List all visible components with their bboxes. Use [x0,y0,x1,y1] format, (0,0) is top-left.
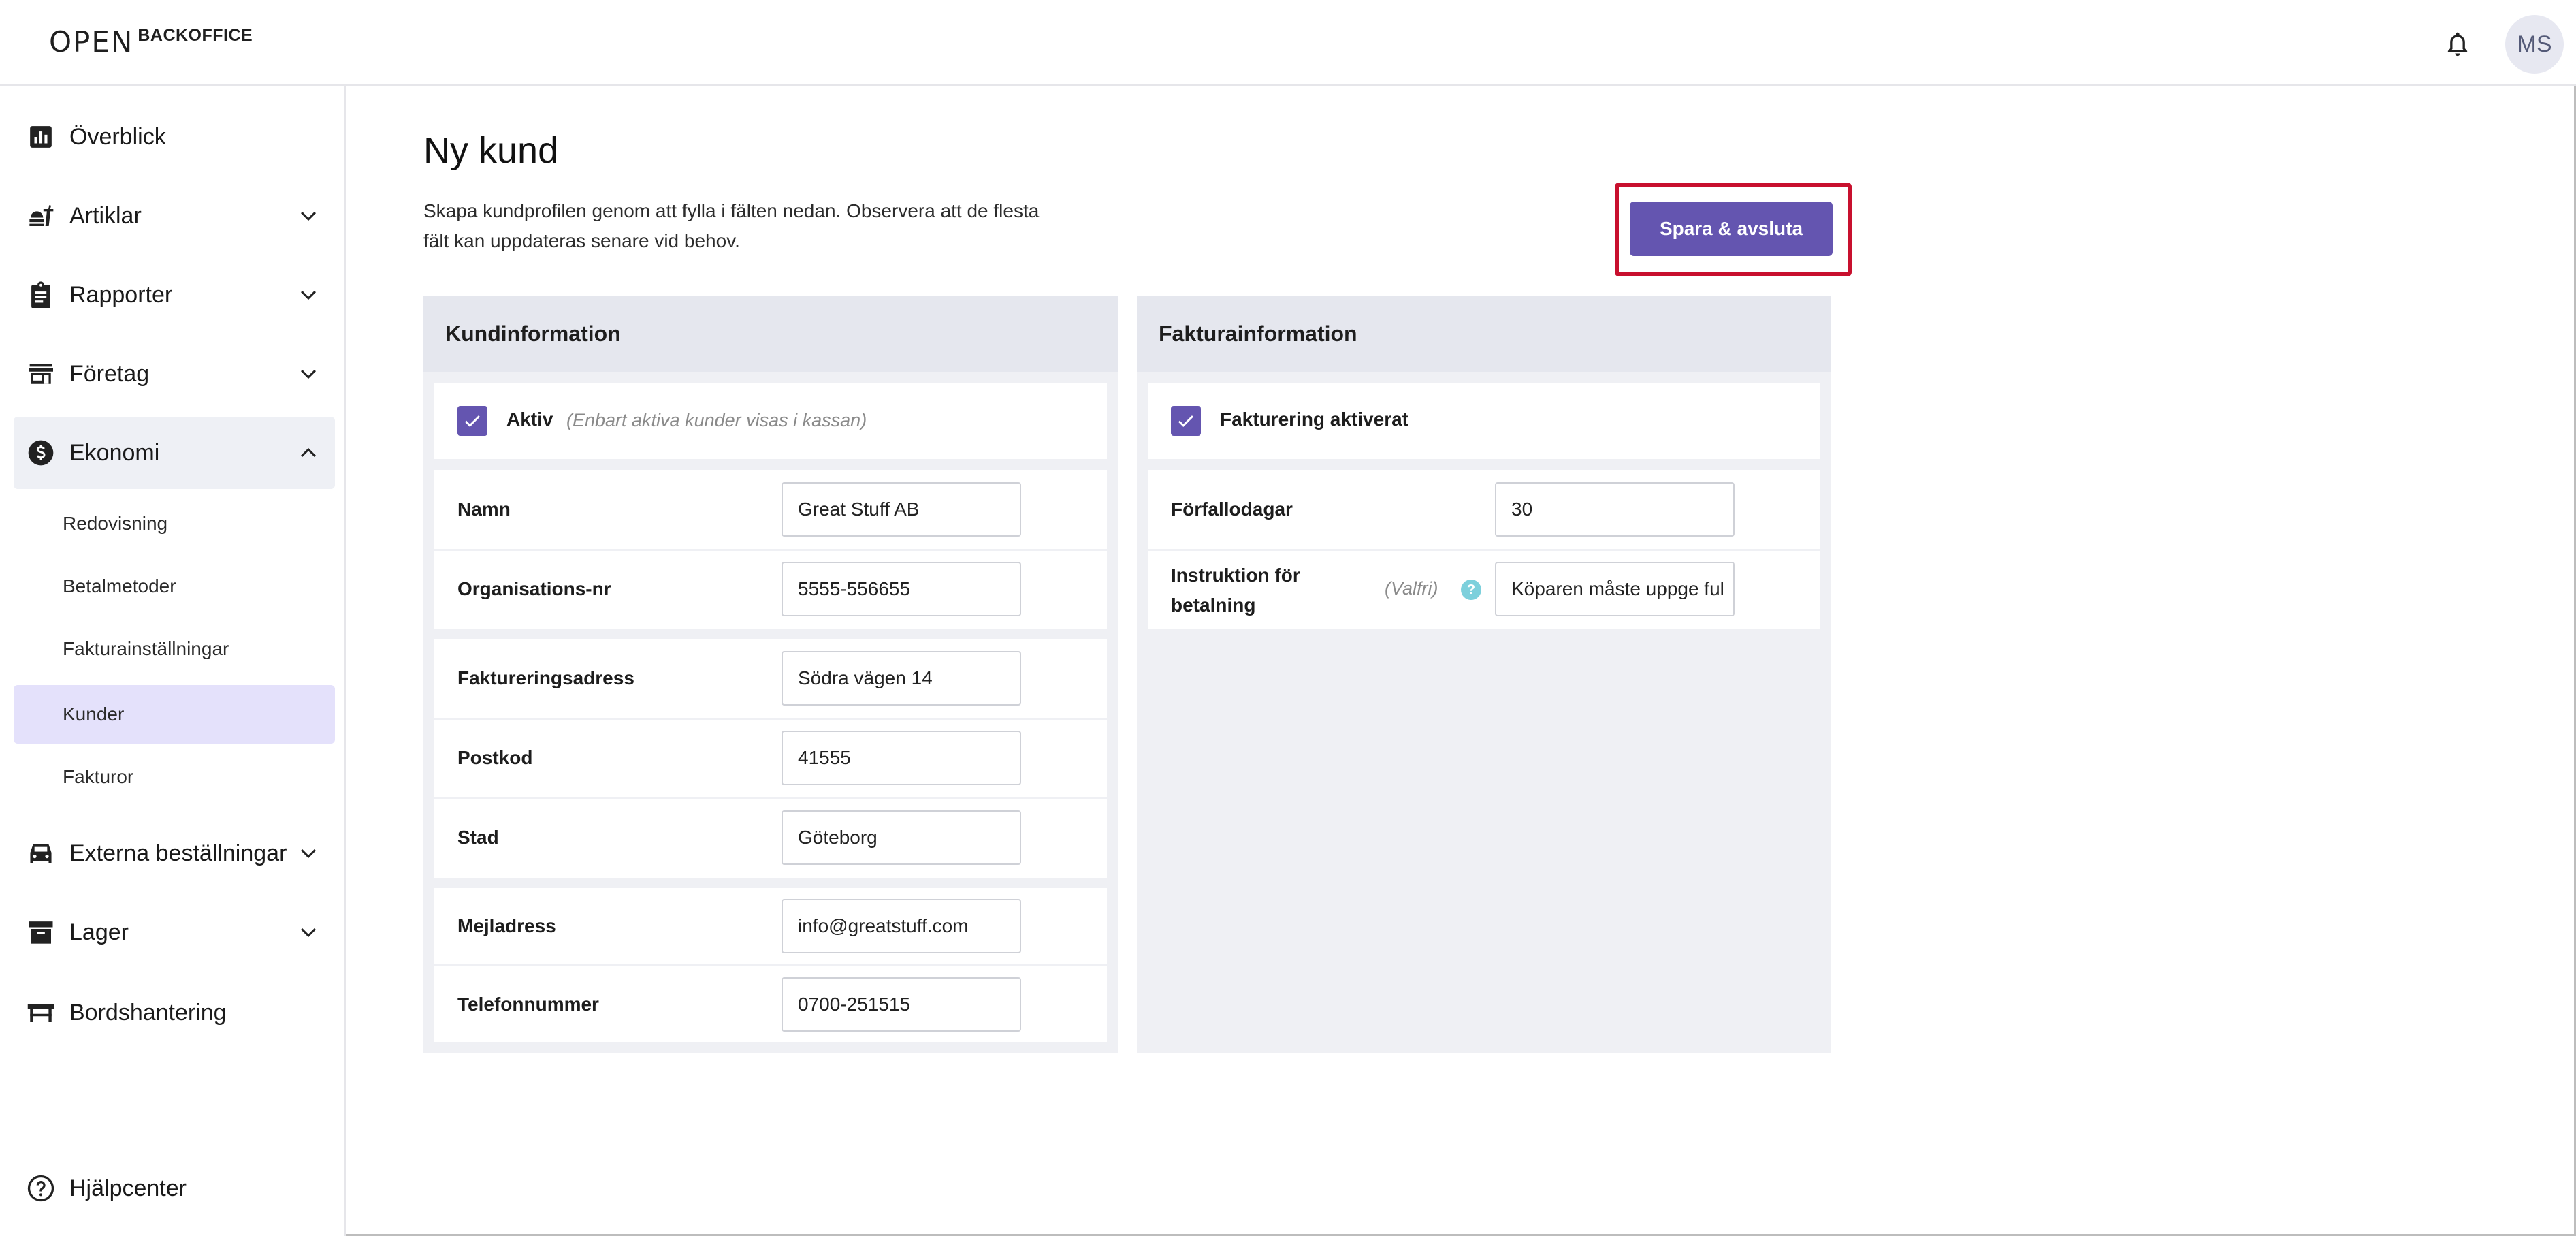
customer-info-title: Kundinformation [423,296,1118,372]
form-row: Stad Göteborg [434,799,1107,878]
sidebar-item-overblick[interactable]: Överblick [14,101,335,173]
sidebar-item-artiklar[interactable]: Artiklar [14,180,335,252]
form-row: Förfallodagar 30 [1148,470,1820,549]
main-content: Ny kund Skapa kundprofilen genom att fyl… [346,86,2576,1236]
sidebar-item-ekonomi[interactable]: Ekonomi [14,417,335,489]
invoice-info-title: Fakturainformation [1137,296,1831,372]
chevron-down-icon [300,849,317,859]
due-days-input[interactable]: 30 [1495,482,1735,537]
archive-icon [26,917,56,947]
clipboard-icon [26,280,56,310]
customer-info-panel: Kundinformation Aktiv (Enbart aktiva kun… [423,296,1118,1053]
notification-bell-icon[interactable] [2438,26,2477,64]
sidebar-item-externa-bestallningar[interactable]: Externa beställningar [14,817,335,889]
chart-icon [26,122,56,152]
field-label: Telefonnummer [457,994,599,1015]
phone-input[interactable]: 0700-251515 [782,977,1021,1032]
field-label: Postkod [457,747,533,768]
field-label: Namn [457,498,511,520]
help-icon [26,1173,56,1203]
name-input[interactable]: Great Stuff AB [782,482,1021,537]
active-hint: (Enbart aktiva kunder visas i kassan) [566,410,867,430]
org-number-input[interactable]: 5555-556655 [782,562,1021,616]
sidebar-item-label: Hjälpcenter [69,1175,187,1201]
sidebar-item-label: Företag [69,360,150,387]
page-description: Skapa kundprofilen genom att fylla i fäl… [423,200,1040,251]
sidebar-item-label: Lager [69,919,129,945]
sidebar-item-lager[interactable]: Lager [14,896,335,968]
sidebar: Överblick Artiklar Rapporter Företag Eko… [0,86,346,1236]
field-label: Förfallodagar [1171,498,1293,520]
table-icon [26,998,56,1028]
chevron-down-icon [300,211,317,221]
active-checkbox[interactable] [457,406,487,436]
sidebar-item-foretag[interactable]: Företag [14,338,335,410]
field-label: Mejladress [457,915,556,936]
contact-card: Mejladress info@greatstuff.com Telefonnu… [434,888,1107,1042]
postcode-input[interactable]: 41555 [782,731,1021,785]
sidebar-item-hjalpcenter[interactable]: Hjälpcenter [14,1152,335,1224]
optional-hint: (Valfri) [1385,578,1438,599]
chevron-down-icon [300,928,317,938]
active-card: Aktiv (Enbart aktiva kunder visas i kass… [434,383,1107,459]
field-label: Instruktion för betalning [1171,565,1300,616]
city-input[interactable]: Göteborg [782,810,1021,865]
car-icon [26,838,56,868]
sidebar-item-label: Rapporter [69,281,173,308]
chevron-down-icon [300,369,317,379]
chevron-up-icon [300,447,317,458]
sidebar-item-label: Bordshantering [69,999,227,1026]
sidebar-sub-betalmetoder[interactable]: Betalmetoder [14,557,335,616]
user-avatar[interactable]: MS [2505,15,2564,74]
top-bar: OPEN BACKOFFICE MS [0,0,2576,86]
invoice-info-panel: Fakturainformation Fakturering aktiverat… [1137,296,1831,1053]
sidebar-sub-kunder[interactable]: Kunder [14,685,335,744]
field-label: Stad [457,827,499,848]
help-tooltip-icon[interactable]: ? [1461,580,1481,600]
payment-instruction-input[interactable]: Köparen måste uppge ful [1495,562,1735,616]
form-row: Organisations-nr 5555-556655 [434,551,1107,629]
form-row: Faktureringsadress Södra vägen 14 [434,639,1107,718]
sidebar-item-label: Överblick [69,123,166,150]
form-row: Telefonnummer 0700-251515 [434,966,1107,1042]
active-label: Aktiv [506,409,553,430]
sidebar-sub-fakturainstallningar[interactable]: Fakturainställningar [14,620,335,678]
chevron-down-icon [300,290,317,300]
email-input[interactable]: info@greatstuff.com [782,899,1021,953]
sidebar-sub-fakturor[interactable]: Fakturor [14,748,335,806]
address-card: Faktureringsadress Södra vägen 14 Postko… [434,639,1107,878]
invoicing-enabled-label: Fakturering aktiverat [1220,409,1408,430]
form-row: Mejladress info@greatstuff.com [434,888,1107,964]
sidebar-item-label: Ekonomi [69,439,160,466]
field-label: Organisations-nr [457,578,611,599]
sidebar-sub-redovisning[interactable]: Redovisning [14,494,335,553]
form-row: Postkod 41555 [434,720,1107,797]
store-icon [26,359,56,389]
food-icon [26,201,56,231]
dollar-icon [26,438,56,468]
sidebar-item-rapporter[interactable]: Rapporter [14,259,335,331]
save-and-exit-button[interactable]: Spara & avsluta [1630,202,1833,256]
sidebar-item-label: Artiklar [69,202,142,229]
logo-text: BACKOFFICE [138,25,253,45]
payment-terms-card: Förfallodagar 30 Instruktion för betalni… [1148,470,1820,629]
identity-card: Namn Great Stuff AB Organisations-nr 555… [434,470,1107,629]
sidebar-item-label: Externa beställningar [69,840,287,866]
page-title: Ny kund [423,130,559,171]
invoicing-enabled-checkbox[interactable] [1171,406,1201,436]
form-row: Namn Great Stuff AB [434,470,1107,549]
logo-mark: OPEN [49,25,134,59]
sidebar-item-bordshantering[interactable]: Bordshantering [14,977,335,1049]
logo[interactable]: OPEN BACKOFFICE [49,25,253,59]
billing-address-input[interactable]: Södra vägen 14 [782,651,1021,706]
field-label: Faktureringsadress [457,667,634,688]
invoicing-enabled-card: Fakturering aktiverat [1148,383,1820,459]
form-row: Instruktion för betalning (Valfri) ? Köp… [1148,551,1820,629]
